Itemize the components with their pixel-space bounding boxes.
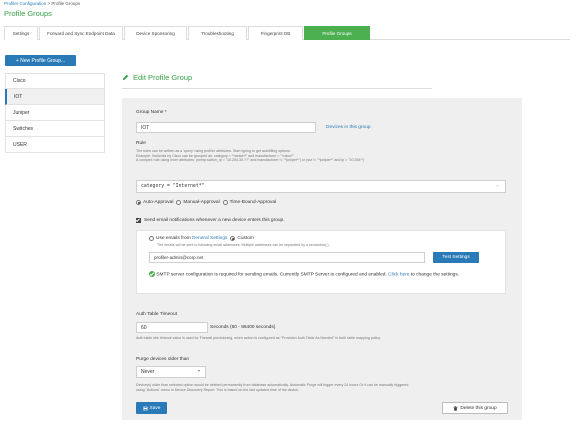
delete-group-label: Delete this group [460, 405, 497, 411]
purge-select[interactable]: Never ▾ [136, 366, 206, 378]
auth-timeout-label: Auth Table Timeout [136, 312, 177, 317]
use-emails-from-label: Use emails from [156, 236, 191, 241]
profile-group-list: Cisco IOT Juniper Switches USER [5, 73, 105, 153]
chevron-down-icon: ⌄ [495, 182, 499, 188]
time-bound-approval-label: Time-Bound-Approval [229, 200, 277, 205]
smtp-status-message: SMTP server configuration is required fo… [149, 271, 499, 278]
sidebar-item-user[interactable]: USER [5, 137, 105, 153]
sidebar-item-juniper[interactable]: Juniper [5, 105, 105, 121]
auth-timeout-unit: Seconds (60 - 86400 seconds) [210, 325, 276, 330]
email-notify-checkbox[interactable] [136, 218, 141, 223]
purge-label: Purge devices older than [136, 357, 190, 362]
sidebar-item-switches[interactable]: Switches [5, 121, 105, 137]
time-bound-approval-radio[interactable] [222, 200, 228, 205]
new-profile-group-button[interactable]: + New Profile Group... [5, 55, 76, 66]
auth-timeout-input[interactable]: 60 [136, 322, 208, 333]
general-settings-link[interactable]: General Settings [192, 236, 228, 241]
rule-input[interactable]: category = "Internet*" ⌄ [136, 180, 506, 193]
use-general-settings-radio[interactable] [149, 236, 154, 241]
rule-value: category = "Internet*" [141, 184, 205, 189]
save-button[interactable]: Save [136, 402, 167, 414]
smtp-click-here-link[interactable]: Click here [388, 272, 409, 277]
email-notify-row: Send email notifications whenever a new … [136, 218, 285, 223]
custom-email-radio[interactable] [230, 236, 236, 241]
group-name-label: Group Name * [136, 110, 167, 115]
purge-hint-line-2: using "Actions" menu in Device Discovery… [136, 387, 300, 392]
manual-approval-radio[interactable] [176, 200, 182, 205]
delete-group-button[interactable]: Delete this group [442, 402, 508, 414]
sidebar-item-cisco[interactable]: Cisco [5, 73, 105, 89]
email-hint: The emails will be sent to following ema… [157, 243, 330, 247]
group-name-input[interactable]: IOT [136, 122, 316, 133]
approval-options: Auto-Approval Manual-Approval Time-Bound… [136, 200, 276, 205]
tab-bar: Settings Forward and Sync Endpoint Data … [4, 26, 570, 40]
breadcrumb-current: Profile Groups [51, 1, 81, 6]
auth-timeout-hint: Auth table idle timeout value is used fo… [136, 336, 381, 340]
test-settings-button[interactable]: Test Settings [433, 252, 479, 263]
custom-email-input[interactable]: profiler-admin@corp.net [149, 252, 425, 263]
sidebar-item-iot[interactable]: IOT [5, 89, 105, 105]
tab-fingerprint-db[interactable]: Fingerprint DB [248, 26, 303, 40]
tab-settings[interactable]: Settings [4, 26, 38, 40]
rule-label: Rule [136, 141, 146, 146]
rule-hint: The rules can be written as a 'query' us… [136, 149, 516, 163]
edit-profile-group-heading: Edit Profile Group [122, 73, 192, 82]
auto-approval-radio[interactable] [136, 200, 141, 205]
email-notify-label: Send email notifications whenever a new … [144, 218, 285, 223]
edit-form-panel: Group Name * IOT Devices in this group R… [122, 98, 522, 420]
auto-approval-label: Auto-Approval [143, 200, 174, 205]
trash-icon [453, 405, 458, 411]
tab-troubleshooting[interactable]: Troubleshooting [188, 26, 247, 40]
edit-profile-group-title: Edit Profile Group [133, 73, 193, 82]
smtp-status-tail: to change the settings. [410, 272, 460, 278]
manual-approval-label: Manual-Approval [183, 200, 220, 205]
email-source-options: Use emails from General Settings Custom [149, 236, 254, 241]
tab-device-sponsoring[interactable]: Device Sponsoring [124, 26, 187, 40]
custom-label: Custom [237, 236, 254, 241]
check-circle-icon [149, 271, 155, 277]
page-title: Profile Groups [4, 9, 52, 18]
smtp-status-text: SMTP server configuration is required fo… [156, 272, 387, 278]
floppy-disk-icon [143, 406, 148, 410]
tab-profile-groups[interactable]: Profile Groups [304, 26, 370, 40]
purge-hint: Device(s) older than selected option wou… [136, 383, 521, 392]
rule-hint-line-3: A complex rule using inner attributes: (… [136, 158, 365, 163]
save-button-label: Save [149, 405, 161, 411]
breadcrumb: Profiler Configuration > Profile Groups [4, 1, 80, 6]
pencil-icon [122, 74, 129, 81]
breadcrumb-link-profiler-configuration[interactable]: Profiler Configuration [4, 1, 46, 6]
purge-select-value: Never [141, 369, 155, 375]
tab-forward-sync[interactable]: Forward and Sync Endpoint Data [39, 26, 123, 40]
email-settings-box: Use emails from General Settings Custom … [136, 230, 506, 294]
heading-divider [122, 88, 432, 89]
devices-in-group-link[interactable]: Devices in this group [326, 125, 371, 130]
caret-down-icon: ▾ [197, 368, 200, 373]
